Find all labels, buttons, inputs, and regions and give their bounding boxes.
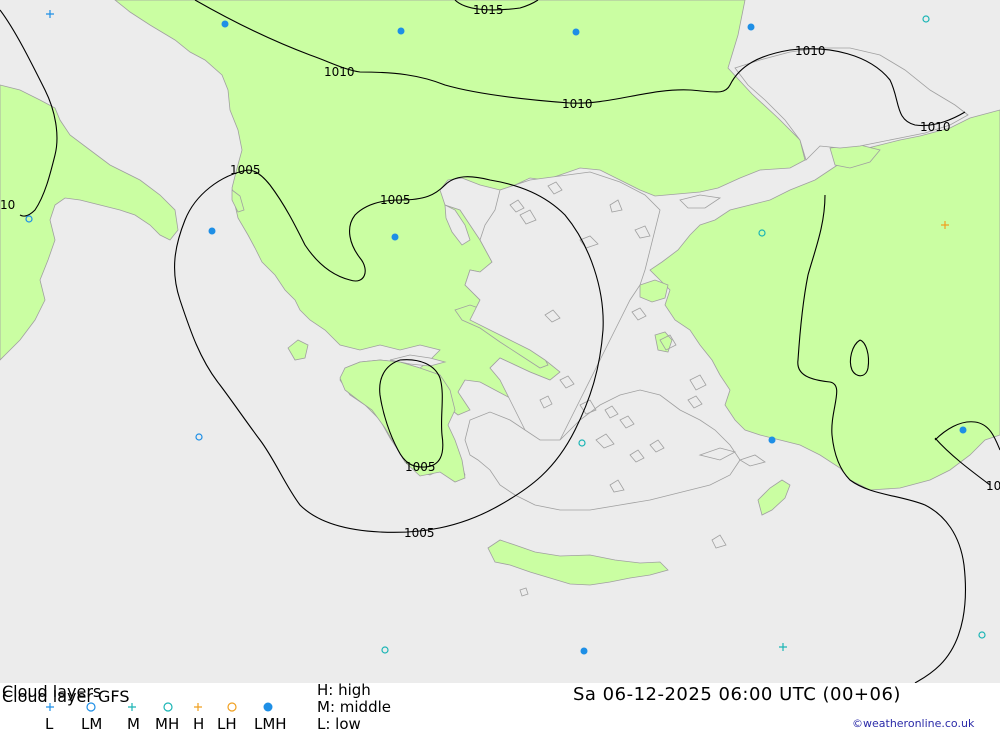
credit-link[interactable]: ©weatheronline.co.uk xyxy=(852,717,974,730)
dot-blue-marker xyxy=(768,436,776,444)
isobar-label: 1005 xyxy=(405,460,436,474)
legend-symbols xyxy=(46,702,273,712)
plus-blue-icon xyxy=(46,703,54,711)
legend-label-m: M xyxy=(127,715,140,733)
key-low: L: low xyxy=(317,715,361,733)
isobar-label: 1005 xyxy=(404,526,435,540)
plus-orange-icon xyxy=(194,703,202,711)
legend-label-l: L xyxy=(45,715,54,733)
isobar-label: 1005 xyxy=(380,193,411,207)
isobar-label: 10 xyxy=(0,198,15,212)
map-footer: Cloud layers Cloud layer GFS L LM M MH H… xyxy=(0,681,1000,733)
isobar-label: 10 xyxy=(986,479,1000,493)
weather-map: 1015 1010 1010 1010 1010 1005 1005 1005 … xyxy=(0,0,1000,683)
legend-label-lm: LM xyxy=(81,715,103,733)
isobar-label: 1010 xyxy=(562,97,593,111)
isobar-label: 1010 xyxy=(795,44,826,58)
dot-blue-marker xyxy=(572,28,580,36)
isobar-label: 1015 xyxy=(473,3,504,17)
forecast-datetime: Sa 06-12-2025 06:00 UTC (00+06) xyxy=(573,684,901,705)
land-lesbos xyxy=(639,279,669,303)
legend-label-lmh: LMH xyxy=(254,715,287,733)
isobar-label: 1010 xyxy=(920,120,951,134)
circle-cyan-icon xyxy=(163,702,173,712)
circle-blue-icon xyxy=(86,702,96,712)
dot-blue-marker xyxy=(580,647,588,655)
plus-cyan-icon xyxy=(128,703,136,711)
legend-label-h: H xyxy=(193,715,205,733)
dot-blue-marker xyxy=(747,23,755,31)
legend-label-mh: MH xyxy=(155,715,180,733)
dot-blue-marker xyxy=(959,426,967,434)
key-middle: M: middle xyxy=(317,698,391,716)
isobar-label: 1010 xyxy=(324,65,355,79)
dot-blue-icon xyxy=(263,702,273,712)
dot-blue-marker xyxy=(391,233,399,241)
dot-blue-marker xyxy=(208,227,216,235)
key-high: H: high xyxy=(317,681,371,699)
legend-label-lh: LH xyxy=(217,715,237,733)
dot-blue-marker xyxy=(221,20,229,28)
dot-blue-marker xyxy=(397,27,405,35)
circle-orange-icon xyxy=(227,702,237,712)
isobar-label: 1005 xyxy=(230,163,261,177)
